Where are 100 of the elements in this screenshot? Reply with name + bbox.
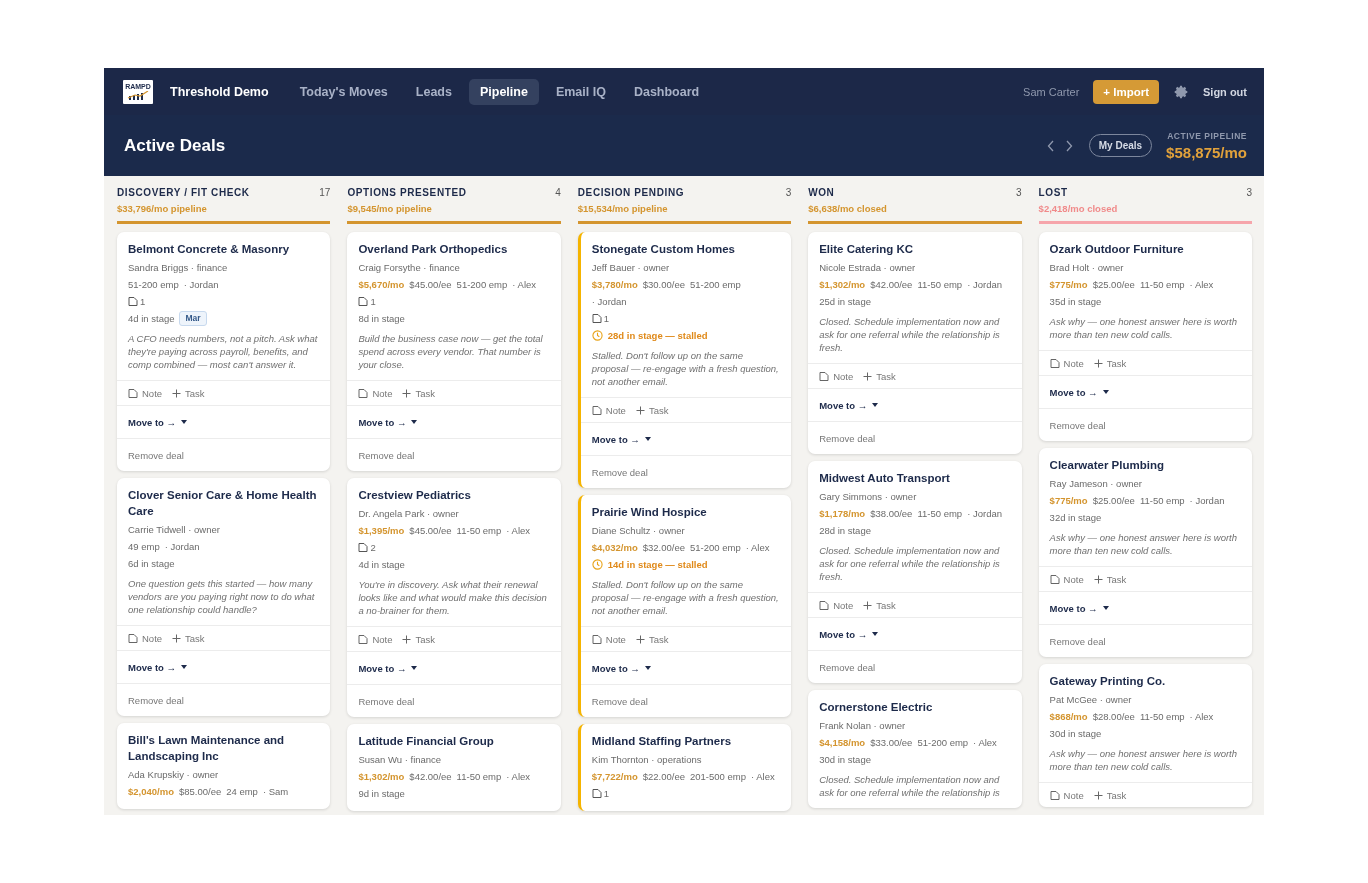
deal-card[interactable]: [577, 232, 792, 489]
sign-out-link[interactable]: Sign out: [1203, 85, 1247, 98]
remove-deal-button[interactable]: Remove deal: [358, 695, 415, 707]
employee-count: 11-50 emp: [456, 770, 502, 785]
move-to-dropdown[interactable]: Move to →: [128, 661, 188, 673]
add-note-button[interactable]: Note: [591, 404, 626, 416]
deal-card[interactable]: [117, 478, 331, 717]
settings-icon[interactable]: [1173, 83, 1189, 100]
deal-card[interactable]: Cornerstone Electric Frank Nolan · owner $4,158/mo $33.00/ee 51-200 emp · Alex 30d in stage Closed. Schedule implementation now and ask for one referral while the relationship is: [808, 690, 1022, 809]
add-note-button[interactable]: Note: [358, 387, 393, 399]
move-to-dropdown[interactable]: Move to →: [819, 399, 879, 411]
note-icon: [358, 633, 369, 645]
add-task-button[interactable]: Task: [402, 387, 435, 399]
note-icon: [819, 599, 830, 611]
add-note-button[interactable]: Note: [358, 633, 393, 645]
deal-card[interactable]: [808, 232, 1022, 455]
monthly-value: $2,040/mo: [128, 785, 174, 800]
deal-card[interactable]: Clearwater Plumbing Ray Jameson · owner $775/mo $25.00/ee 11-50 emp · Jordan 32d in stage Ask why — one honest answer here is worth more than ten new cold calls. Note Task Move to → Remove deal: [1038, 448, 1252, 658]
add-task-button[interactable]: Task: [1093, 789, 1127, 801]
add-note-button[interactable]: Note: [128, 632, 163, 644]
move-to-dropdown[interactable]: Move to →: [358, 662, 418, 674]
add-task-button[interactable]: Task: [863, 599, 896, 611]
deal-card[interactable]: Ozark Outdoor Furniture Brad Holt · owner $775/mo $25.00/ee 11-50 emp · Alex 35d in stage Ask why — one honest answer here is worth more than ten new cold calls. Note Task Move to → Remove deal: [1038, 232, 1252, 442]
deal-card[interactable]: [808, 461, 1022, 684]
remove-deal-button[interactable]: Remove deal: [1049, 419, 1106, 431]
remove-deal-button[interactable]: Remove deal: [128, 694, 184, 706]
nav-tab[interactable]: Pipeline: [468, 78, 539, 105]
column-count: 3: [1246, 187, 1252, 198]
add-note-button[interactable]: Note: [1049, 573, 1084, 585]
deal-card[interactable]: [117, 232, 331, 472]
owner-text: · Alex: [973, 736, 997, 751]
move-to-dropdown[interactable]: Move to →: [358, 416, 418, 428]
add-note-button[interactable]: Note: [1049, 357, 1084, 369]
add-task-button[interactable]: Task: [635, 633, 669, 645]
coaching-note: Build the business case now — get the total spend across every vendor. That number is your close.: [358, 332, 544, 372]
move-to-dropdown[interactable]: Move to →: [819, 628, 879, 640]
document-count: 1: [370, 295, 376, 310]
caret-icon: [1102, 606, 1109, 611]
nav-tab[interactable]: Today's Moves: [288, 78, 399, 105]
add-note-button[interactable]: Note: [819, 599, 854, 611]
add-task-button[interactable]: Task: [635, 404, 669, 416]
deal-card[interactable]: [347, 478, 561, 718]
contact-text: Sandra Briggs · finance: [128, 261, 229, 276]
days-in-stage: 28d in stage — stalled: [607, 329, 708, 344]
nav-tab[interactable]: Dashboard: [622, 78, 711, 105]
owner-text: · Sam: [262, 785, 289, 800]
nav-tab[interactable]: Leads: [404, 78, 463, 105]
next-icon[interactable]: [1064, 139, 1073, 152]
contact-text: Ray Jameson · owner: [1049, 477, 1143, 492]
note-icon: [1049, 573, 1060, 585]
remove-deal-button[interactable]: Remove deal: [1049, 635, 1106, 647]
remove-deal-button[interactable]: Remove deal: [591, 695, 648, 707]
document-count: 1: [603, 787, 610, 802]
move-to-dropdown[interactable]: Move to →: [128, 416, 188, 428]
add-note-button[interactable]: Note: [1049, 789, 1084, 801]
owner-text: · Jordan: [164, 540, 200, 555]
remove-deal-button[interactable]: Remove deal: [819, 432, 876, 444]
employee-count: 11-50 emp: [1139, 710, 1185, 725]
move-to-dropdown[interactable]: Move to →: [1049, 386, 1109, 398]
deal-card[interactable]: Midland Staffing Partners Kim Thornton · operations $7,722/mo $22.00/ee 201-500 emp · Alex 1: [577, 724, 792, 812]
add-task-button[interactable]: Task: [402, 633, 435, 645]
remove-deal-button[interactable]: Remove deal: [819, 661, 876, 673]
caret-icon: [181, 420, 188, 425]
employee-count: 11-50 emp: [1139, 494, 1185, 509]
deal-card[interactable]: Latitude Financial Group Susan Wu · finance $1,302/mo $42.00/ee 11-50 emp · Alex 9d in stage: [347, 724, 561, 812]
add-note-button[interactable]: Note: [128, 387, 163, 399]
add-task-button[interactable]: Task: [1093, 573, 1127, 585]
document-icon: [358, 542, 369, 554]
column-total: $2,418/mo closed: [1038, 203, 1119, 214]
remove-deal-button[interactable]: Remove deal: [128, 449, 184, 461]
move-to-dropdown[interactable]: Move to →: [591, 433, 651, 445]
column-total: $15,534/mo pipeline: [577, 203, 669, 214]
deal-card[interactable]: Gateway Printing Co. Pat McGee · owner $868/mo $28.00/ee 11-50 emp · Alex 30d in stage Ask why — one honest answer here is worth more than ten new cold calls. Note Task: [1038, 664, 1252, 808]
caret-icon: [872, 403, 879, 408]
contact-text: Brad Holt · owner: [1049, 261, 1125, 276]
add-task-button[interactable]: Task: [172, 387, 205, 399]
add-task-button[interactable]: Task: [863, 370, 896, 382]
add-note-button[interactable]: Note: [819, 370, 854, 382]
previous-icon[interactable]: [1046, 139, 1055, 152]
remove-deal-button[interactable]: Remove deal: [591, 466, 648, 478]
move-to-dropdown[interactable]: Move to →: [591, 662, 651, 674]
owner-text: · Jordan: [183, 278, 219, 293]
owner-text: · Alex: [1189, 278, 1214, 293]
column-total: $33,796/mo pipeline: [117, 203, 208, 214]
owner-text: · Jordan: [967, 278, 1002, 293]
remove-deal-button[interactable]: Remove deal: [358, 449, 415, 461]
deal-card[interactable]: [577, 495, 792, 718]
add-task-button[interactable]: Task: [1093, 357, 1127, 369]
monthly-value: $868/mo: [1049, 710, 1088, 725]
deal-card[interactable]: Bill's Lawn Maintenance and Landscaping Inc Ada Krupskiy · owner $2,040/mo $85.00/ee 24 emp · Sam: [117, 723, 331, 810]
coaching-note: Stalled. Don't follow up on the same proposal — re-engage with a fresh question, not another email.: [591, 578, 780, 618]
note-icon: [591, 404, 602, 416]
add-task-button[interactable]: Task: [172, 632, 205, 644]
deal-card[interactable]: [347, 232, 561, 472]
nav-tab[interactable]: Email IQ: [544, 78, 617, 105]
move-to-dropdown[interactable]: Move to →: [1049, 602, 1109, 614]
days-in-stage: 30d in stage: [1049, 727, 1102, 742]
add-note-button[interactable]: Note: [591, 633, 626, 645]
monthly-value: $7,722/mo: [591, 770, 638, 785]
employee-count: 51-200 emp: [690, 541, 741, 556]
